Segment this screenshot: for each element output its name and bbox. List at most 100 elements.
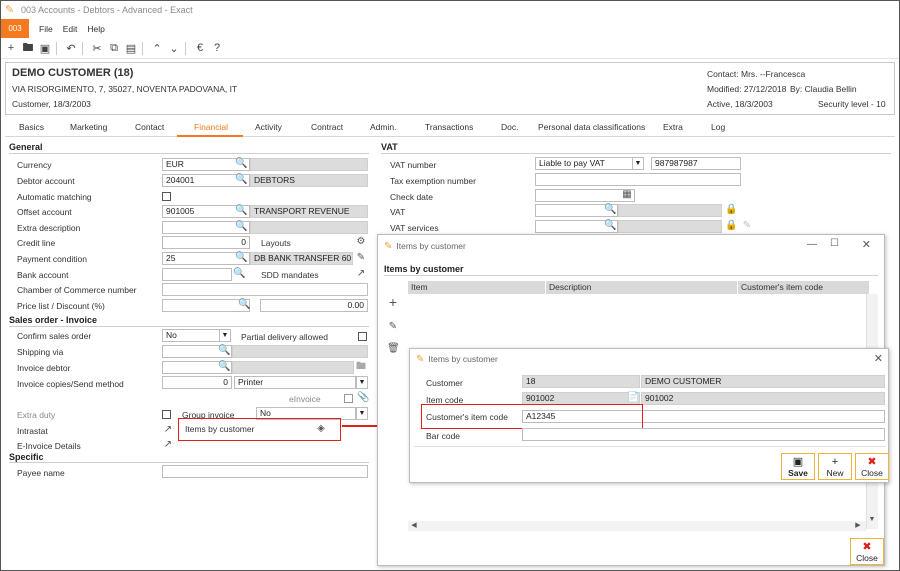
tab-basics[interactable]: Basics xyxy=(19,122,44,132)
gear-icon[interactable]: ⚙ xyxy=(355,236,367,248)
search-icon[interactable]: 🔍 xyxy=(218,345,230,357)
chevron-down-icon[interactable]: ▼ xyxy=(356,407,368,420)
tab-admin[interactable]: Admin. xyxy=(370,122,396,132)
save-button[interactable]: ▣ Save xyxy=(781,453,815,480)
credit-line-field[interactable]: 0 xyxy=(162,236,250,249)
payee-name-field[interactable] xyxy=(162,465,368,478)
app-logo-icon: ✎ xyxy=(416,353,425,365)
tab-contact[interactable]: Contact xyxy=(135,122,164,132)
pencil-icon[interactable]: ✎ xyxy=(355,252,367,264)
search-icon[interactable]: 🔍 xyxy=(238,299,250,311)
confirm-sales-order-select[interactable]: No xyxy=(162,329,220,342)
tab-extra[interactable]: Extra xyxy=(663,122,683,132)
copy-icon[interactable]: ⧉ xyxy=(107,41,121,55)
einvoice-label: eInvoice xyxy=(289,394,321,404)
new-button[interactable]: + New xyxy=(818,453,852,480)
company-tag[interactable]: 003 xyxy=(1,19,29,38)
toolbar-divider xyxy=(82,41,83,55)
vat-number-field[interactable]: 987987987 xyxy=(651,157,741,170)
paste-icon[interactable]: ▤ xyxy=(124,41,138,55)
chevron-up-icon[interactable]: ⌃ xyxy=(150,41,164,55)
menu-file[interactable]: File xyxy=(39,24,53,34)
minimize-icon[interactable]: — xyxy=(807,239,817,250)
tab-contract[interactable]: Contract xyxy=(311,122,343,132)
send-method-select[interactable]: Printer xyxy=(234,376,356,389)
chevron-down-icon[interactable]: ▼ xyxy=(866,514,878,526)
tab-personal-data[interactable]: Personal data classifications xyxy=(538,122,645,132)
extra-duty-checkbox[interactable] xyxy=(162,410,171,419)
folder-icon[interactable]: 🖿 xyxy=(355,361,367,373)
calendar-icon[interactable]: ▦ xyxy=(621,189,633,201)
tab-financial[interactable]: Financial xyxy=(194,122,228,132)
help-icon[interactable]: ? xyxy=(210,41,224,55)
pencil-icon[interactable]: ✎ xyxy=(387,321,399,333)
horizontal-scrollbar[interactable] xyxy=(408,521,866,531)
items-by-customer-detail-dialog: ✎ Items by customer ✕ Customer 18 DEMO C… xyxy=(409,348,889,483)
partial-delivery-checkbox[interactable] xyxy=(358,332,367,341)
invoice-copies-field[interactable]: 0 xyxy=(162,376,232,389)
highlight-box xyxy=(421,404,643,429)
paperclip-icon[interactable]: 📎 xyxy=(357,392,369,404)
chevron-down-icon[interactable]: ▼ xyxy=(356,376,368,389)
search-icon[interactable]: 🔍 xyxy=(235,205,247,217)
discount-field[interactable]: 0.00 xyxy=(260,299,368,312)
item-description-field: 901002 xyxy=(641,392,885,405)
close-button[interactable]: ✖ Close xyxy=(855,453,889,480)
close-icon[interactable]: ✕ xyxy=(874,352,883,365)
column-item[interactable]: Item xyxy=(408,281,546,294)
tab-activity[interactable]: Activity xyxy=(255,122,282,132)
maximize-icon[interactable]: ☐ xyxy=(830,238,839,249)
column-description[interactable]: Description xyxy=(546,281,738,294)
tab-transactions[interactable]: Transactions xyxy=(425,122,473,132)
tax-exemption-field[interactable] xyxy=(535,173,741,186)
menu-help[interactable]: Help xyxy=(87,24,104,34)
chamber-commerce-field[interactable] xyxy=(162,283,368,296)
trash-icon[interactable]: 🗑 xyxy=(387,343,400,355)
close-icon[interactable]: ✕ xyxy=(862,238,871,251)
close-button[interactable]: ✖ Close xyxy=(850,538,884,565)
check-date-field[interactable] xyxy=(535,189,635,202)
tab-marketing[interactable]: Marketing xyxy=(70,122,107,132)
new-icon[interactable]: + xyxy=(4,41,18,55)
bar-code-field[interactable] xyxy=(522,428,885,441)
shipping-via-label: Shipping via xyxy=(17,347,64,357)
tab-doc[interactable]: Doc. xyxy=(501,122,518,132)
column-customer-item-code[interactable]: Customer's item code xyxy=(738,281,870,294)
save-icon[interactable]: ▣ xyxy=(38,41,52,55)
search-icon[interactable]: 🔍 xyxy=(233,268,245,280)
chevron-down-icon[interactable]: ⌄ xyxy=(167,41,181,55)
chevron-down-icon[interactable]: ▼ xyxy=(632,157,644,170)
einvoice-checkbox[interactable] xyxy=(344,394,353,403)
pencil-icon[interactable]: ✎ xyxy=(741,220,753,232)
payee-name-label: Payee name xyxy=(17,468,65,478)
bank-account-field[interactable] xyxy=(162,268,232,281)
search-icon[interactable]: 🔍 xyxy=(235,221,247,233)
chamber-commerce-label: Chamber of Commerce number xyxy=(17,285,137,295)
document-icon[interactable]: 📄 xyxy=(627,392,639,404)
vat-type-select[interactable]: Liable to pay VAT xyxy=(535,157,633,170)
check-date-label: Check date xyxy=(390,192,433,202)
external-link-icon[interactable]: ↗ xyxy=(162,424,174,436)
menu-edit[interactable]: Edit xyxy=(63,24,78,34)
extra-description-desc xyxy=(250,221,368,234)
search-icon[interactable]: 🔍 xyxy=(604,204,616,216)
search-icon[interactable]: 🔍 xyxy=(235,174,247,186)
tab-log[interactable]: Log xyxy=(711,122,725,132)
search-icon[interactable]: 🔍 xyxy=(235,252,247,264)
external-link-icon[interactable]: ↗ xyxy=(355,268,367,280)
undo-icon[interactable]: ↶ xyxy=(64,41,78,55)
chevron-left-icon[interactable]: ◀ xyxy=(408,520,420,532)
search-icon[interactable]: 🔍 xyxy=(235,158,247,170)
cut-icon[interactable]: ✂ xyxy=(90,41,104,55)
search-icon[interactable]: 🔍 xyxy=(218,361,230,373)
open-folder-icon[interactable]: 🖿 xyxy=(21,41,35,55)
chevron-right-icon[interactable]: ▶ xyxy=(852,520,864,532)
menu-bar: 003 File Edit Help xyxy=(1,19,899,38)
chevron-down-icon[interactable]: ▼ xyxy=(219,329,231,342)
auto-matching-checkbox[interactable] xyxy=(162,192,171,201)
price-list-field[interactable] xyxy=(162,299,250,312)
euro-icon[interactable]: € xyxy=(193,41,207,55)
add-icon[interactable]: + xyxy=(387,295,399,309)
search-icon[interactable]: 🔍 xyxy=(604,220,616,232)
external-link-icon[interactable]: ↗ xyxy=(162,439,174,451)
